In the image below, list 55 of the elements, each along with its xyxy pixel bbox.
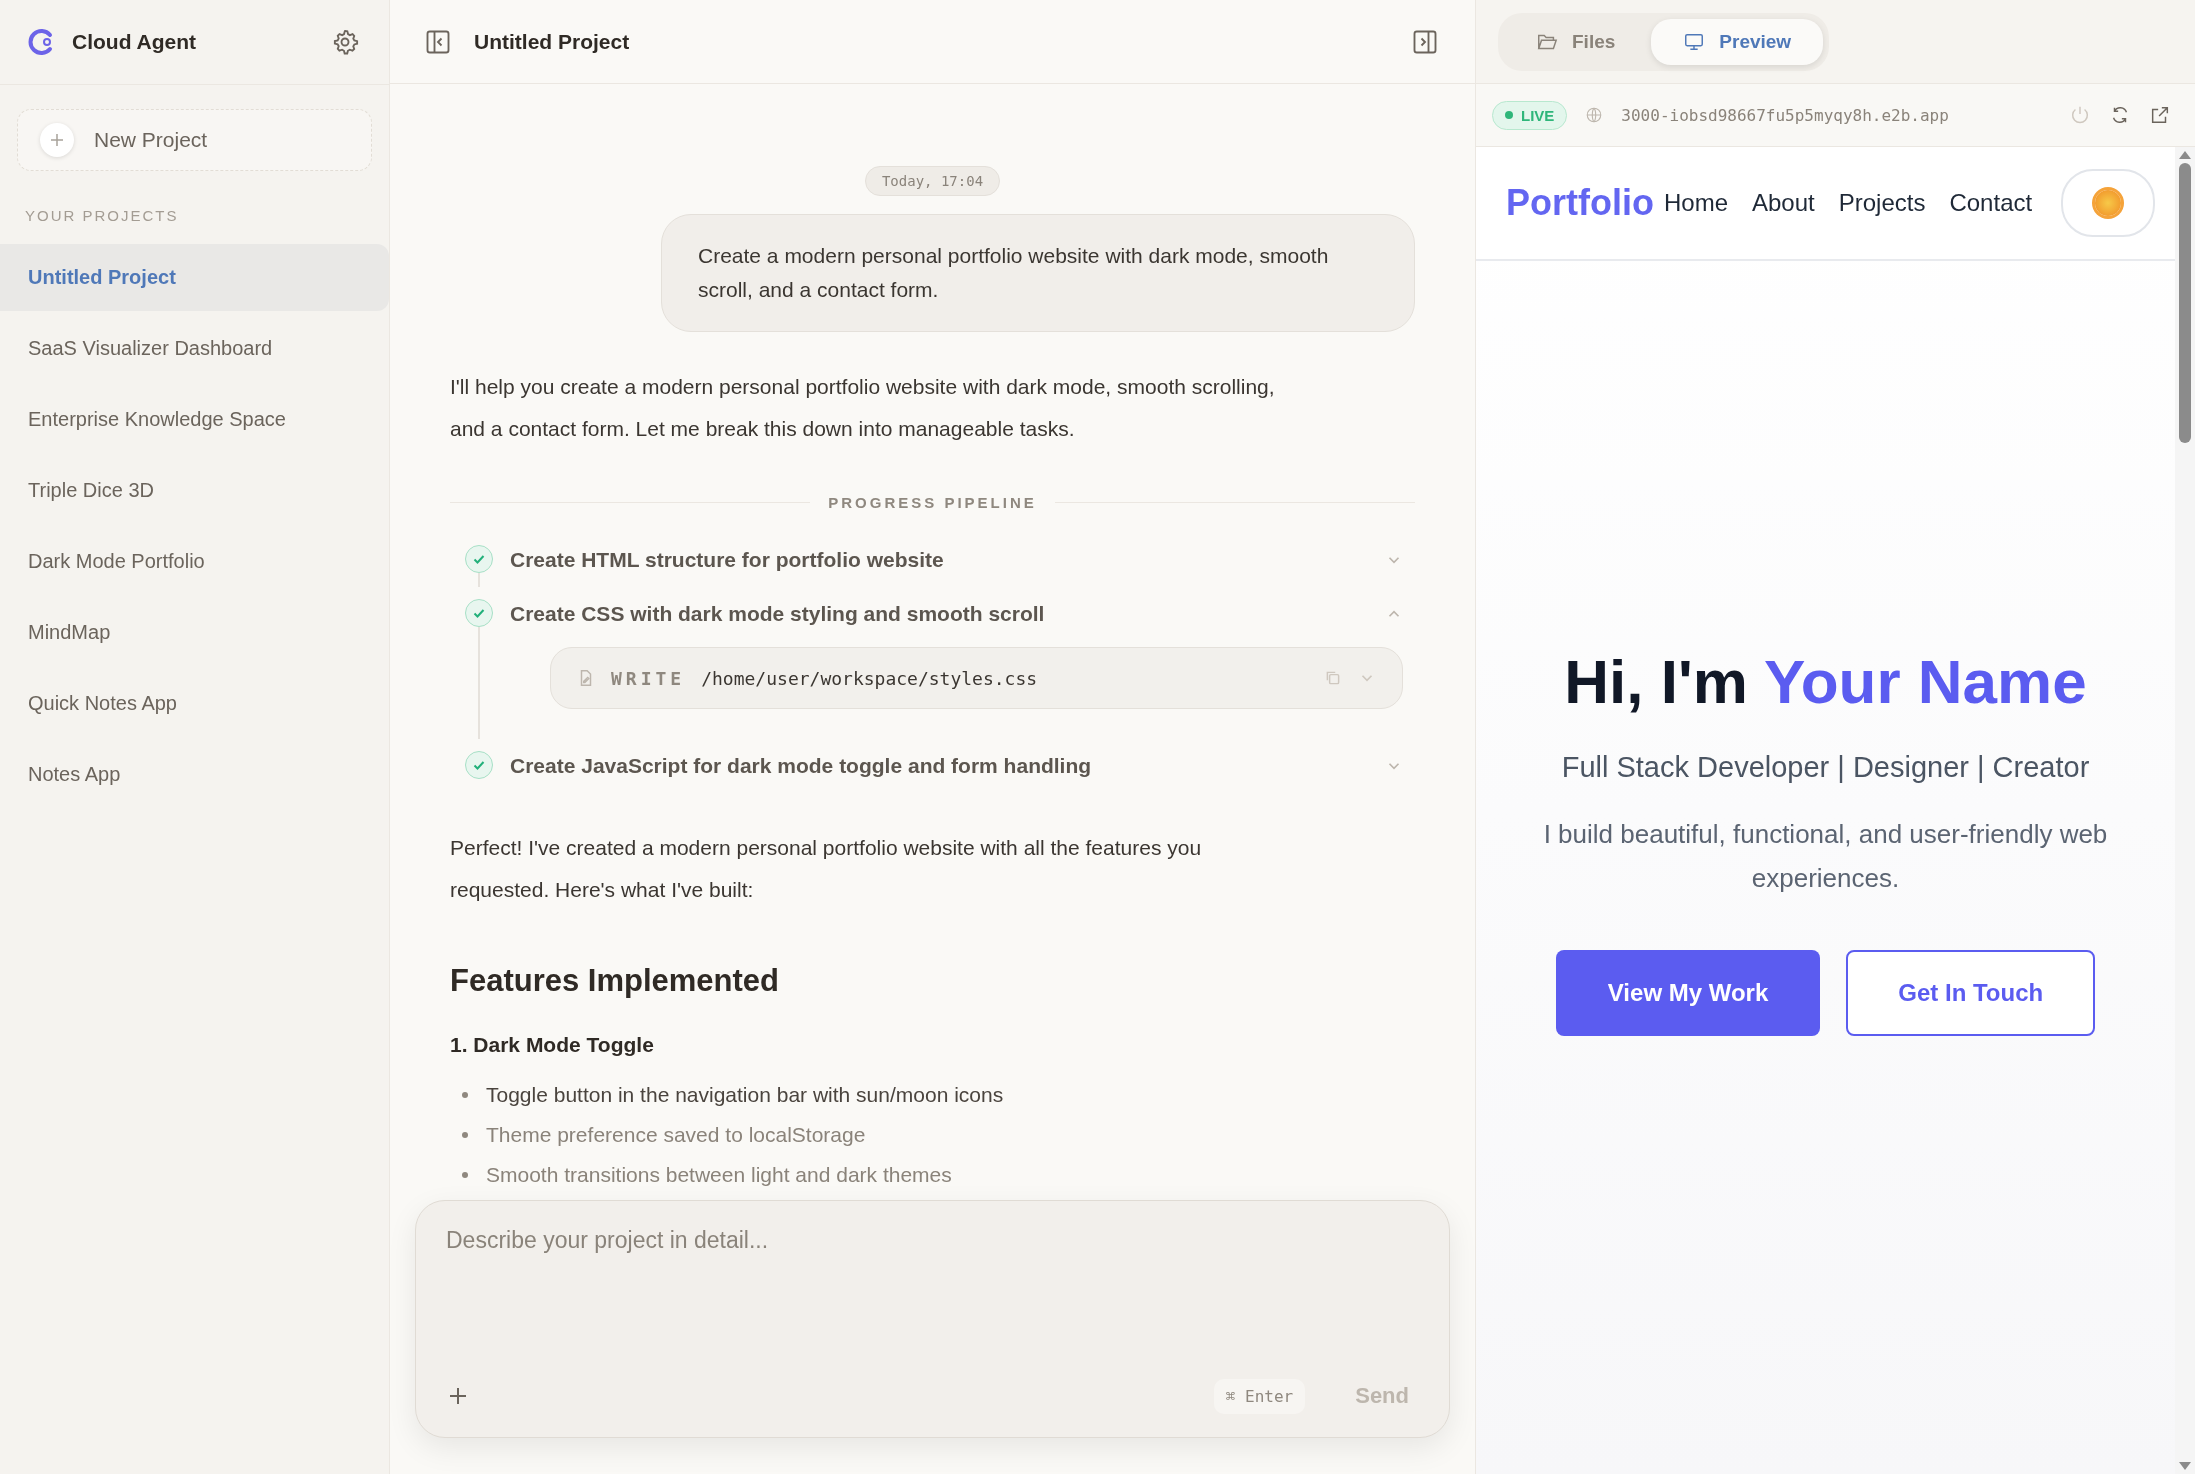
action-verb: WRITE xyxy=(611,667,686,689)
scrollbar[interactable] xyxy=(2175,147,2195,1474)
hero-button[interactable]: Get In Touch xyxy=(1846,950,2096,1036)
bullet-text: Smooth transitions between light and dark themes xyxy=(486,1163,952,1187)
project-item[interactable]: Quick Notes App xyxy=(0,670,389,737)
section-heading: Features Implemented xyxy=(450,963,781,999)
settings-icon[interactable] xyxy=(331,28,359,56)
plus-icon xyxy=(40,123,74,157)
bullet-text: Toggle button in the navigation bar with sun/moon icons xyxy=(486,1083,1004,1107)
project-item[interactable]: Triple Dice 3D xyxy=(0,457,389,524)
bullet-icon xyxy=(462,1132,468,1138)
new-project-button[interactable]: New Project xyxy=(17,109,372,171)
assistant-message: Perfect! I've created a modern personal portfolio website with all the features you requested. Here's what I've built: xyxy=(450,835,1203,903)
message-composer[interactable]: Describe your project in detail... ⌘ Enter Send xyxy=(415,1200,1450,1438)
site-logo[interactable]: Portfolio xyxy=(1506,182,1654,224)
bullet-text: Theme preference saved to localStorage xyxy=(486,1123,866,1147)
panel-tab[interactable]: Preview xyxy=(1651,18,1824,65)
step-title[interactable]: Create CSS with dark mode styling and smooth scroll xyxy=(510,602,1045,626)
bullet-icon xyxy=(462,1172,468,1178)
pipeline-label: PROGRESS PIPELINE xyxy=(828,494,1037,511)
sun-icon xyxy=(2095,190,2121,216)
subsection-heading: 1. Dark Mode Toggle xyxy=(450,1033,655,1057)
step-title[interactable]: Create HTML structure for portfolio website xyxy=(510,548,944,572)
hero-button[interactable]: View My Work xyxy=(1555,950,1821,1036)
project-item[interactable]: Dark Mode Portfolio xyxy=(0,528,389,595)
power-icon[interactable] xyxy=(2069,104,2091,126)
prompt-placeholder: Describe your project in detail... xyxy=(446,1227,770,1254)
external-link-icon[interactable] xyxy=(2149,104,2171,126)
timestamp: Today, 17:04 xyxy=(864,166,1001,196)
project-item[interactable]: Untitled Project xyxy=(0,244,389,311)
assistant-message: I'll help you create a modern personal portfolio website with dark mode, smooth scrolling, and a contact form. Let me break this down into manageable tasks. xyxy=(450,374,1276,442)
project-title: Untitled Project xyxy=(474,29,631,54)
live-badge: LIVE xyxy=(1492,100,1568,130)
nav-link[interactable]: Projects xyxy=(1838,189,1926,217)
project-item[interactable]: Enterprise Knowledge Space xyxy=(0,386,389,453)
section-label: YOUR PROJECTS xyxy=(24,206,180,226)
theme-toggle[interactable] xyxy=(2061,169,2155,237)
bullet-icon xyxy=(462,1092,468,1098)
project-item[interactable]: Notes App xyxy=(0,741,389,808)
nav-link[interactable]: Contact xyxy=(1949,189,2033,217)
file-path: /home/user/workspace/styles.css xyxy=(701,667,1039,689)
preview-url: 3000-iobsd98667fu5p5myqy8h.e2b.app xyxy=(1621,105,1950,125)
project-item[interactable]: SaaS Visualizer Dashboard xyxy=(0,315,389,382)
app-name: Cloud Agent xyxy=(72,30,198,54)
globe-icon xyxy=(1585,106,1604,124)
hero-subtitle: Full Stack Developer | Designer | Creator xyxy=(1561,751,2090,784)
hero-description: I build beautiful, functional, and user-friendly web experiences. xyxy=(1542,818,2109,895)
nav-link[interactable]: About xyxy=(1752,189,1815,217)
shortcut-hint: ⌘ Enter xyxy=(1213,1378,1306,1414)
step-title[interactable]: Create JavaScript for dark mode toggle and form handling xyxy=(510,754,1092,778)
project-item[interactable]: MindMap xyxy=(0,599,389,666)
user-message: Create a modern personal portfolio website with dark mode, smooth scroll, and a contact form. xyxy=(661,214,1415,332)
hero-title: Hi, I'm Your Name xyxy=(1564,646,2087,717)
nav-link[interactable]: Home xyxy=(1664,189,1728,217)
panel-tab[interactable]: Files xyxy=(1504,18,1648,65)
